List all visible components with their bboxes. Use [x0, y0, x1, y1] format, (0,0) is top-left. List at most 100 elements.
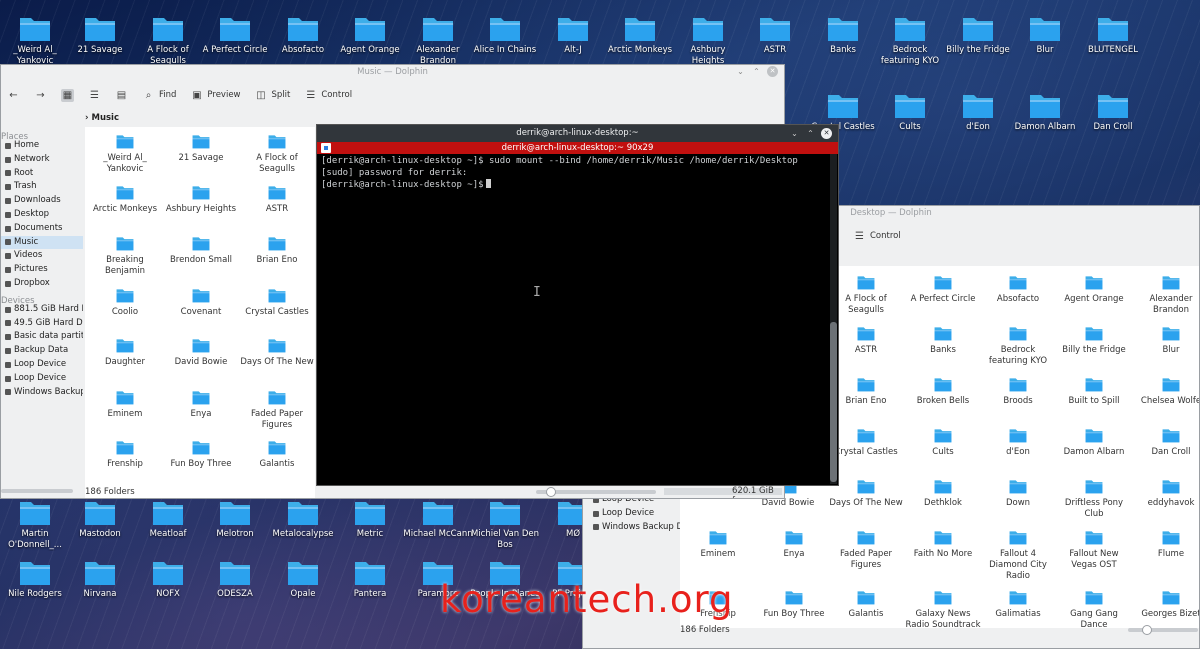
- maximize-button[interactable]: ⌃: [805, 128, 816, 139]
- folder-item[interactable]: ASTR: [239, 184, 315, 215]
- folder-item[interactable]: Absofacto: [268, 14, 338, 56]
- folder-item[interactable]: Galantis: [828, 589, 904, 620]
- folder-item[interactable]: Damon Albarn: [1056, 427, 1132, 458]
- folder-item[interactable]: Covenant: [163, 287, 239, 318]
- breadcrumb[interactable]: › Music: [85, 113, 119, 123]
- control-button[interactable]: ☰ Control: [304, 89, 352, 102]
- scrollbar-thumb[interactable]: [830, 322, 837, 482]
- icons-view-icon[interactable]: ▦: [61, 88, 74, 102]
- folder-item[interactable]: Nirvana: [65, 558, 135, 600]
- folder-item[interactable]: ASTR: [740, 14, 810, 56]
- sidebar-item-dropbox[interactable]: Dropbox: [1, 277, 83, 291]
- folder-item[interactable]: ODESZA: [200, 558, 270, 600]
- window-titlebar[interactable]: Music — Dolphin ⌄ ⌃ ✕: [1, 65, 784, 80]
- folder-item[interactable]: Fun Boy Three: [756, 589, 832, 620]
- folder-item[interactable]: Brendon Small: [163, 235, 239, 266]
- terminal-output[interactable]: [derrik@arch-linux-desktop ~]$ sudo moun…: [317, 154, 838, 194]
- sidebar-item-root[interactable]: Root: [1, 167, 83, 181]
- folder-item[interactable]: Michiel Van Den Bos: [470, 498, 540, 551]
- folder-item[interactable]: d'Eon: [943, 91, 1013, 133]
- folder-item[interactable]: Breaking Benjamin: [87, 235, 163, 277]
- sidebar-item-pictures[interactable]: Pictures: [1, 263, 83, 277]
- folder-item[interactable]: Ashbury Heights: [673, 14, 743, 67]
- find-button[interactable]: ⌕ Find: [142, 89, 177, 102]
- folder-item[interactable]: Crystal Castles: [239, 287, 315, 318]
- folder-item[interactable]: d'Eon: [980, 427, 1056, 458]
- folder-item[interactable]: _Weird Al_ Yankovic: [87, 133, 163, 175]
- folder-item[interactable]: Gang Gang Dance: [1056, 589, 1132, 631]
- folder-item[interactable]: BLUTENGEL: [1078, 14, 1148, 56]
- folder-item[interactable]: Pantera: [335, 558, 405, 600]
- sidebar-item-home[interactable]: Home: [1, 139, 83, 153]
- zoom-slider-handle[interactable]: [1142, 625, 1152, 635]
- folder-item[interactable]: NOFX: [133, 558, 203, 600]
- folder-item[interactable]: Melotron: [200, 498, 270, 540]
- folder-item[interactable]: Galimatias: [980, 589, 1056, 620]
- sidebar-item-videos[interactable]: Videos: [1, 249, 83, 263]
- folder-item[interactable]: Blur: [1010, 14, 1080, 56]
- folder-item[interactable]: Blur: [1133, 325, 1199, 356]
- folder-item[interactable]: Fun Boy Three: [163, 439, 239, 470]
- folder-item[interactable]: eddyhavok: [1133, 478, 1199, 509]
- compact-view-icon[interactable]: ☰: [88, 89, 101, 102]
- folder-item[interactable]: Faith No More: [905, 529, 981, 560]
- folder-item[interactable]: Broods: [980, 376, 1056, 407]
- terminal-scrollbar[interactable]: [830, 154, 837, 484]
- terminal-window[interactable]: derrik@arch-linux-desktop:~ ⌄ ⌃ ✕ derrik…: [316, 124, 839, 486]
- sidebar-item-881-5-gib-hard-drive[interactable]: 881.5 GiB Hard Drive: [1, 303, 83, 317]
- sidebar-item-downloads[interactable]: Downloads: [1, 194, 83, 208]
- folder-item[interactable]: Dan Croll: [1133, 427, 1199, 458]
- folder-item[interactable]: Banks: [808, 14, 878, 56]
- folder-item[interactable]: 21 Savage: [163, 133, 239, 164]
- sidebar-item-network[interactable]: Network: [1, 153, 83, 167]
- folder-item[interactable]: Cults: [905, 427, 981, 458]
- folder-item[interactable]: Days Of The New: [828, 478, 904, 509]
- folder-item[interactable]: Alice In Chains: [470, 14, 540, 56]
- folder-item[interactable]: Brian Eno: [239, 235, 315, 266]
- folder-item[interactable]: Cults: [875, 91, 945, 133]
- folder-item[interactable]: Alexander Brandon: [403, 14, 473, 67]
- folder-item[interactable]: Metric: [335, 498, 405, 540]
- folder-item[interactable]: Meatloaf: [133, 498, 203, 540]
- close-button[interactable]: ✕: [821, 128, 832, 139]
- preview-button[interactable]: ▣ Preview: [190, 89, 240, 102]
- folder-item[interactable]: Billy the Fridge: [1056, 325, 1132, 356]
- sidebar-item-loop-device[interactable]: Loop Device: [1, 372, 83, 386]
- folder-item[interactable]: Damon Albarn: [1010, 91, 1080, 133]
- folder-item[interactable]: Broken Bells: [905, 376, 981, 407]
- folder-item[interactable]: Fallout New Vegas OST: [1056, 529, 1132, 571]
- folder-item[interactable]: Dan Croll: [1078, 91, 1148, 133]
- terminal-titlebar[interactable]: derrik@arch-linux-desktop:~ ⌄ ⌃ ✕: [317, 125, 838, 142]
- folder-item[interactable]: Flume: [1133, 529, 1199, 560]
- folder-item[interactable]: Faded Paper Figures: [239, 389, 315, 431]
- minimize-button[interactable]: ⌄: [735, 66, 746, 77]
- split-button[interactable]: ◫ Split: [255, 89, 290, 102]
- folder-item[interactable]: Eminem: [680, 529, 756, 560]
- sidebar-item-backup-data[interactable]: Backup Data: [1, 344, 83, 358]
- sidebar-item-music[interactable]: Music: [1, 235, 83, 250]
- maximize-button[interactable]: ⌃: [751, 66, 762, 77]
- folder-item[interactable]: A Flock of Seagulls: [828, 274, 904, 316]
- sidebar-item-desktop[interactable]: Desktop: [1, 208, 83, 222]
- folder-item[interactable]: Arctic Monkeys: [87, 184, 163, 215]
- sidebar-item-windows-backup-d[interactable]: Windows Backup D: [1, 386, 83, 400]
- folder-item[interactable]: Martin O'Donnell_...: [0, 498, 70, 551]
- folder-item[interactable]: Coolio: [87, 287, 163, 318]
- folder-item[interactable]: A Perfect Circle: [200, 14, 270, 56]
- folder-item[interactable]: Faded Paper Figures: [828, 529, 904, 571]
- folder-item[interactable]: David Bowie: [163, 337, 239, 368]
- folder-item[interactable]: ASTR: [828, 325, 904, 356]
- folder-item[interactable]: Crystal Castles: [828, 427, 904, 458]
- file-view[interactable]: _Weird Al_ Yankovic 21 Savage A Flock of S…: [85, 127, 315, 498]
- folder-item[interactable]: A Flock of Seagulls: [239, 133, 315, 175]
- folder-item[interactable]: Ashbury Heights: [163, 184, 239, 215]
- folder-item[interactable]: Metalocalypse: [268, 498, 338, 540]
- zoom-slider[interactable]: [1128, 625, 1198, 635]
- folder-item[interactable]: Bedrock featuring KYO: [980, 325, 1056, 367]
- folder-item[interactable]: _Weird Al_ Yankovic: [0, 14, 70, 67]
- back-arrow-icon[interactable]: ←: [7, 89, 20, 102]
- folder-item[interactable]: Galantis: [239, 439, 315, 470]
- sidebar-item-trash[interactable]: Trash: [1, 180, 83, 194]
- sidebar-item-windows-backup[interactable]: Windows Backup D: [589, 521, 683, 535]
- close-button[interactable]: ✕: [767, 66, 778, 77]
